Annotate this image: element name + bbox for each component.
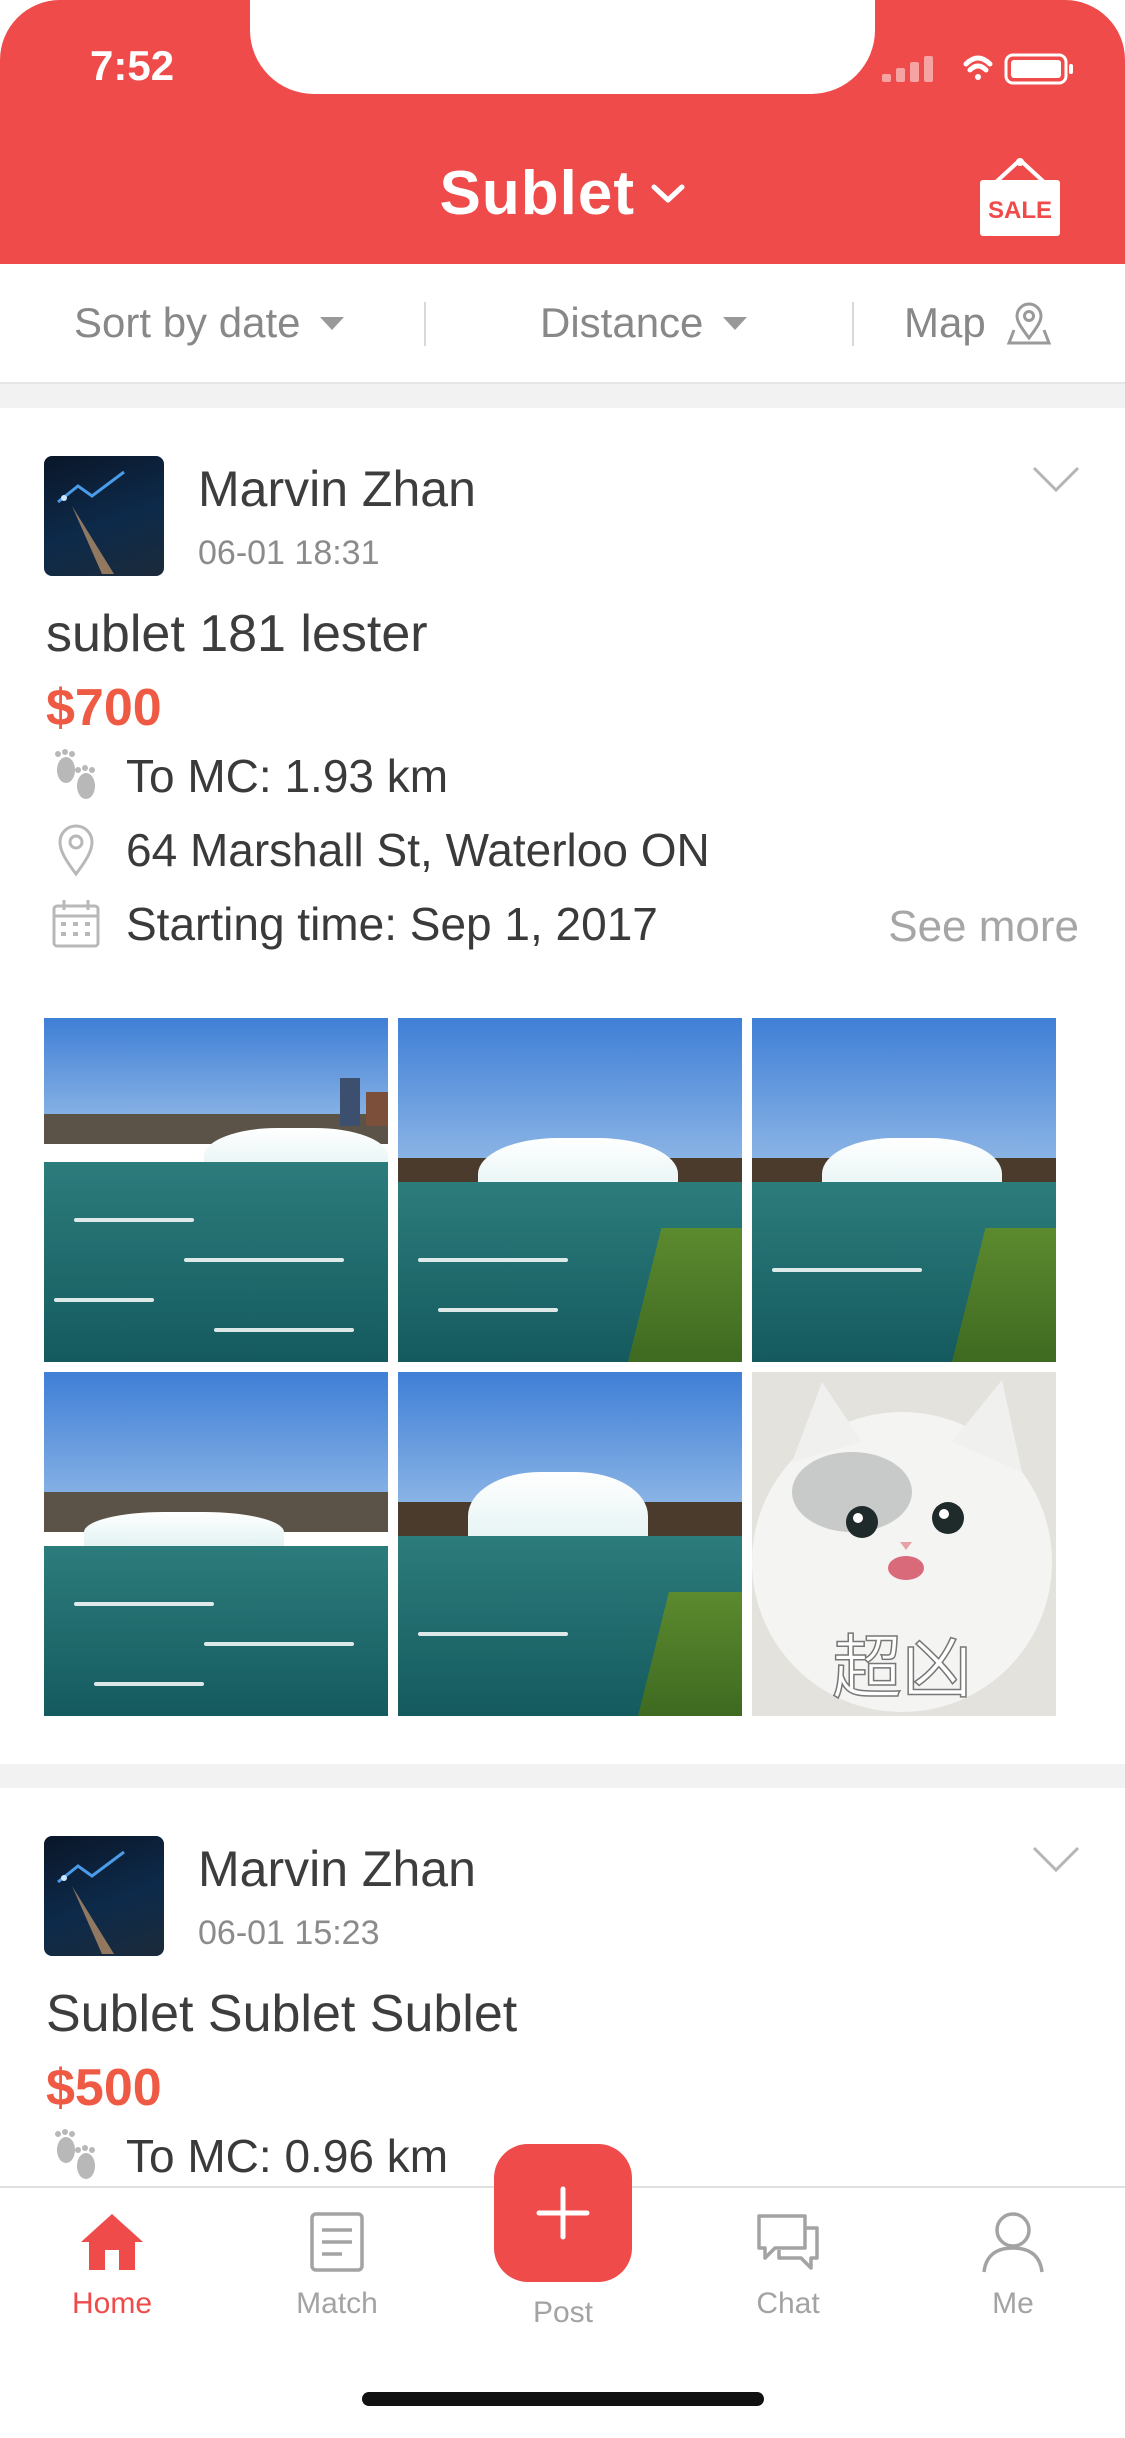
post-photo[interactable]: [44, 1372, 388, 1716]
tab-label-post: Post: [532, 2296, 594, 2329]
sale-label: SALE: [988, 197, 1052, 224]
page-title: Sublet: [439, 159, 635, 228]
post-title[interactable]: Sublet Sublet Sublet: [46, 1984, 517, 2044]
photo-caption: 超凶: [832, 1627, 972, 1709]
user-name[interactable]: Marvin Zhan: [198, 460, 476, 518]
screen-corner: [0, 0, 60, 60]
location-pin-icon: [46, 820, 106, 880]
home-icon: [81, 2214, 143, 2270]
tab-match[interactable]: Match: [262, 2210, 412, 2321]
book-icon: [310, 2212, 364, 2272]
caret-down-icon: [723, 316, 748, 330]
map-label: Map: [904, 299, 986, 346]
address-row: 64 Marshall St, Waterloo ON: [46, 820, 710, 880]
chevron-down-icon[interactable]: [1030, 464, 1082, 496]
footprints-icon: [46, 746, 106, 806]
post-button[interactable]: [494, 2144, 632, 2282]
chevron-down-icon[interactable]: [1030, 1844, 1082, 1876]
address-text: 64 Marshall St, Waterloo ON: [126, 824, 710, 876]
tab-home[interactable]: Home: [37, 2210, 187, 2321]
tab-label: Me: [992, 2287, 1034, 2320]
caret-down-icon: [320, 316, 345, 330]
user-name[interactable]: Marvin Zhan: [198, 1840, 476, 1898]
status-icons: [882, 53, 1073, 85]
map-pin-icon: [1006, 302, 1051, 345]
distance-text: To MC: 1.93 km: [126, 750, 449, 802]
cat-image: 超凶: [752, 1372, 1056, 1716]
sort-dropdown[interactable]: Sort by date: [74, 264, 345, 382]
post-title[interactable]: sublet 181 lester: [46, 604, 428, 664]
post-card[interactable]: Marvin Zhan 06-01 15:23 Sublet Sublet Su…: [0, 1788, 1125, 2188]
distance-label: Distance: [540, 299, 704, 346]
avatar-image: [57, 1850, 125, 1954]
post-time: 06-01 18:31: [198, 534, 380, 572]
tab-label: Home: [71, 2287, 153, 2320]
post-card[interactable]: Marvin Zhan 06-01 18:31 sublet 181 leste…: [0, 408, 1125, 1764]
post-time: 06-01 15:23: [198, 1914, 380, 1952]
status-time: 7:52: [90, 42, 175, 89]
signal-bar: [924, 56, 933, 82]
signal-bar: [882, 74, 891, 82]
distance-dropdown[interactable]: Distance: [540, 264, 748, 382]
sale-sign-icon[interactable]: SALE: [976, 156, 1064, 240]
divider: [852, 302, 854, 346]
signal-bar: [910, 62, 919, 82]
post-photo[interactable]: [44, 1018, 388, 1362]
battery-icon: [1004, 53, 1073, 85]
signal-bar: [896, 68, 905, 82]
post-photo[interactable]: [398, 1018, 742, 1362]
calendar-icon: [46, 894, 106, 954]
distance-row: To MC: 1.93 km: [46, 746, 448, 806]
tab-me[interactable]: Me: [938, 2210, 1088, 2321]
post-price: $700: [46, 679, 162, 737]
avatar-image: [57, 470, 125, 574]
tab-chat[interactable]: Chat: [713, 2210, 863, 2321]
signal-icon: [882, 56, 933, 82]
footprints-icon: [46, 2126, 106, 2186]
start-text: Starting time: Sep 1, 2017: [126, 898, 658, 950]
post-photo[interactable]: [398, 1372, 742, 1716]
tab-label: Match: [296, 2287, 378, 2320]
see-more-link[interactable]: See more: [888, 902, 1079, 952]
post-price: $500: [46, 2059, 162, 2117]
person-icon: [982, 2212, 1044, 2273]
device-notch: [250, 0, 875, 94]
post-photo[interactable]: 超凶: [752, 1372, 1056, 1716]
page-title-dropdown[interactable]: Sublet: [0, 158, 1125, 229]
distance-text: To MC: 0.96 km: [126, 2130, 449, 2182]
home-indicator: [362, 2392, 764, 2406]
chevron-down-icon: [651, 184, 685, 202]
divider: [424, 302, 426, 346]
start-row: Starting time: Sep 1, 2017: [46, 894, 658, 954]
tab-label: Chat: [756, 2287, 820, 2320]
map-button[interactable]: Map: [904, 264, 1052, 382]
avatar[interactable]: [44, 1836, 164, 1956]
post-photo[interactable]: [752, 1018, 1056, 1362]
chat-icon: [757, 2214, 819, 2270]
plus-icon: [536, 2186, 590, 2240]
wifi-icon: [963, 55, 993, 80]
app-header: 7:52 Sublet SALE: [0, 0, 1125, 264]
sort-label: Sort by date: [74, 299, 301, 346]
filter-bar: Sort by date Distance Map: [0, 264, 1125, 384]
avatar[interactable]: [44, 456, 164, 576]
distance-row: To MC: 0.96 km: [46, 2126, 448, 2186]
